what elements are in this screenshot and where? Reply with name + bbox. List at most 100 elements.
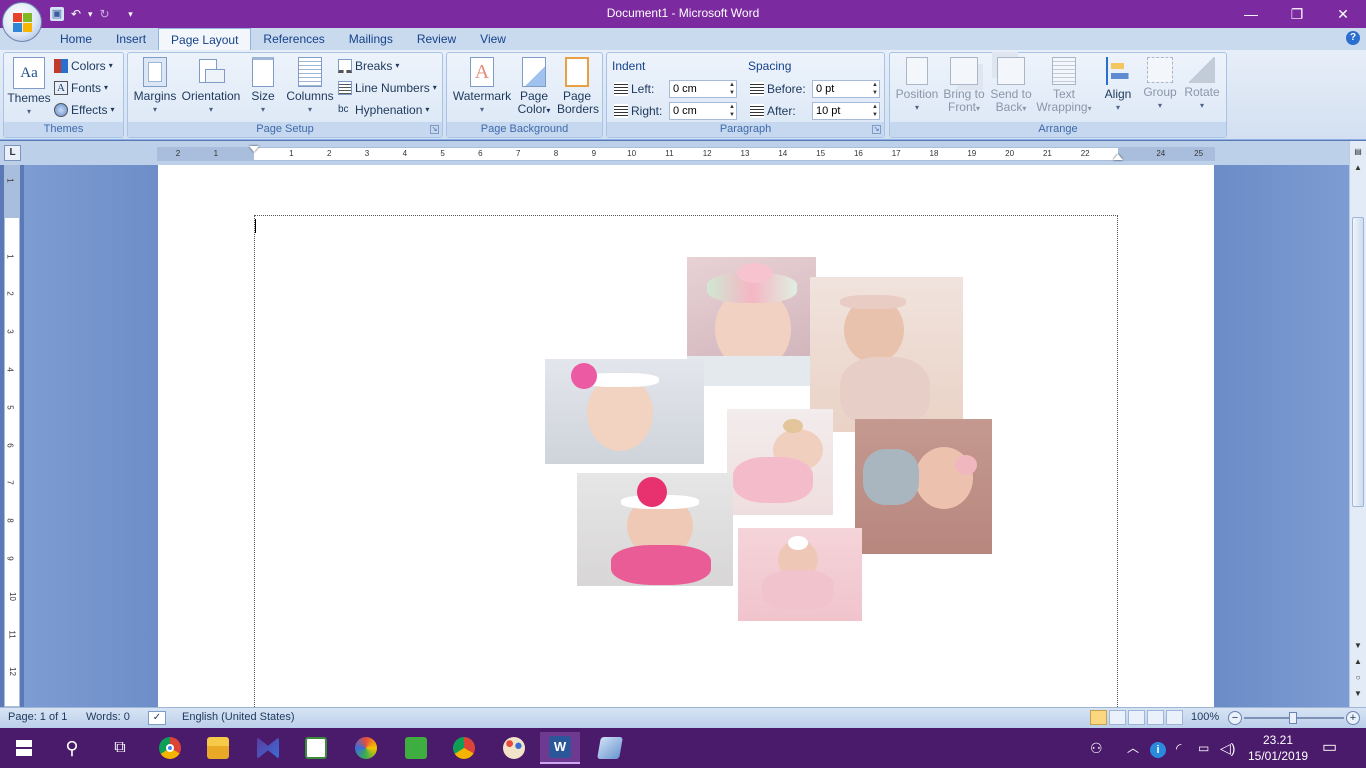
tab-review[interactable]: Review — [405, 28, 468, 50]
select-browse-object-icon[interactable]: ○ — [1350, 671, 1366, 685]
watermark-button[interactable]: A Watermark ▾ — [452, 57, 512, 116]
indent-right-field[interactable]: 0 cm ▲ ▼ — [669, 102, 737, 120]
align-button[interactable]: Align ▾ — [1098, 57, 1138, 114]
close-button[interactable]: ✕ — [1320, 0, 1366, 28]
spacing-after-field[interactable]: 10 pt ▲ ▼ — [812, 102, 880, 120]
tab-selector-button[interactable]: L — [4, 145, 21, 161]
help-icon[interactable]: ? — [1346, 31, 1360, 45]
next-page-icon[interactable]: ▼ — [1350, 687, 1366, 701]
language-indicator[interactable]: English (United States) — [182, 711, 295, 723]
ruler-tick-label: 1 — [5, 178, 15, 183]
scroll-up-icon[interactable]: ▲ — [1350, 161, 1366, 175]
vertical-ruler[interactable]: 1 1 2 3 4 5 6 7 8 9 10 11 12 — [4, 165, 20, 707]
zoom-slider-thumb[interactable] — [1289, 712, 1297, 724]
battery-icon[interactable]: ▭ — [1198, 728, 1209, 768]
chrome-profile-app-icon[interactable] — [444, 732, 484, 764]
notifications-icon[interactable]: ▭ — [1322, 728, 1337, 768]
scroll-thumb[interactable] — [1352, 217, 1364, 507]
bring-to-front-button[interactable]: Bring to Front▾ — [940, 57, 988, 115]
office-button[interactable] — [2, 2, 42, 42]
zoom-level[interactable]: 100% — [1191, 711, 1219, 723]
page-setup-launcher-icon[interactable]: ↘ — [430, 125, 439, 134]
page-color-button[interactable]: Page Color▾ — [515, 57, 553, 117]
previous-page-icon[interactable]: ▲ — [1350, 655, 1366, 669]
task-view-icon[interactable]: ⧉ — [100, 732, 140, 764]
clock[interactable]: 23.21 15/01/2019 — [1248, 732, 1308, 764]
tab-view[interactable]: View — [468, 28, 518, 50]
paint-palette-app-icon[interactable] — [494, 732, 534, 764]
scroll-down-icon[interactable]: ▼ — [1350, 639, 1366, 653]
page-color-icon — [522, 57, 546, 87]
outline-view-icon[interactable] — [1147, 710, 1164, 725]
video-editor-app-icon[interactable] — [248, 732, 288, 764]
baby-photo-3[interactable] — [545, 359, 704, 464]
search-icon[interactable]: ⚲ — [52, 732, 92, 764]
text-wrapping-button[interactable]: Text Wrapping▾ — [1036, 57, 1092, 115]
info-icon[interactable]: i — [1150, 728, 1166, 768]
word-app-icon[interactable]: W — [540, 732, 580, 764]
document-page[interactable] — [158, 165, 1214, 707]
web-layout-view-icon[interactable] — [1128, 710, 1145, 725]
taskbar: ⚲ ⧉ W ⚇ ︿ i ◜ ▭ ◁) 23.21 15/01/2019 ▭ — [0, 728, 1366, 768]
volume-icon[interactable]: ◁) — [1220, 728, 1235, 768]
indent-right-icon — [614, 104, 628, 118]
paint-app-icon[interactable] — [346, 732, 386, 764]
columns-button[interactable]: Columns ▾ — [285, 57, 335, 116]
page-borders-button[interactable]: Page Borders — [557, 57, 599, 116]
chrome-app-icon[interactable] — [150, 732, 190, 764]
send-to-back-button[interactable]: Send to Back▾ — [987, 57, 1035, 115]
line-numbers-button[interactable]: Line Numbers ▾ — [338, 78, 437, 98]
zoom-out-icon[interactable]: − — [1228, 711, 1242, 725]
baby-photo-6[interactable] — [577, 473, 733, 586]
size-button[interactable]: Size ▾ — [248, 57, 278, 116]
tab-page-layout[interactable]: Page Layout — [158, 28, 252, 50]
baby-photo-5[interactable] — [855, 419, 992, 554]
ruler-toggle-icon[interactable]: ▤ — [1350, 145, 1366, 159]
book-app-icon[interactable] — [590, 732, 630, 764]
right-indent-marker-icon[interactable] — [1113, 154, 1123, 160]
hyphenation-button[interactable]: bc Hyphenation ▾ — [338, 100, 429, 120]
wifi-icon[interactable]: ◜ — [1176, 728, 1181, 768]
ruler-tick-label: 1 — [213, 149, 219, 158]
colors-button[interactable]: Colors ▾ — [54, 56, 113, 76]
baby-photo-4[interactable] — [727, 409, 833, 515]
themes-button[interactable]: Aa Themes ▾ — [7, 57, 51, 118]
baby-photo-1[interactable] — [687, 257, 816, 386]
tab-references[interactable]: References — [251, 28, 336, 50]
people-icon[interactable]: ⚇ — [1090, 728, 1103, 768]
vertical-scrollbar[interactable]: ▤ ▲ ▼ ▲ ○ ▼ — [1349, 141, 1366, 707]
tab-home[interactable]: Home — [48, 28, 104, 50]
spacing-before-field[interactable]: 0 pt ▲ ▼ — [812, 80, 880, 98]
restore-button[interactable]: ❐ — [1274, 0, 1320, 28]
tab-mailings[interactable]: Mailings — [337, 28, 405, 50]
first-line-indent-marker-icon[interactable] — [249, 146, 259, 152]
baby-photo-7[interactable] — [738, 528, 862, 621]
breaks-button[interactable]: Breaks ▾ — [338, 56, 399, 76]
tab-insert[interactable]: Insert — [104, 28, 158, 50]
full-screen-reading-view-icon[interactable] — [1109, 710, 1126, 725]
group-button[interactable]: Group ▾ — [1140, 57, 1180, 112]
minimize-button[interactable]: — — [1228, 0, 1274, 28]
position-button[interactable]: Position ▾ — [893, 57, 941, 114]
orientation-button[interactable]: Orientation ▾ — [180, 57, 242, 116]
indent-left-field[interactable]: 0 cm ▲ ▼ — [669, 80, 737, 98]
paragraph-launcher-icon[interactable]: ↘ — [872, 125, 881, 134]
spreadsheet-app-icon[interactable] — [296, 732, 336, 764]
fonts-button[interactable]: A Fonts ▾ — [54, 78, 108, 98]
ruler-tick-label: 19 — [967, 149, 977, 158]
start-windows-icon[interactable] — [4, 732, 44, 764]
zoom-in-icon[interactable]: + — [1346, 711, 1360, 725]
horizontal-ruler[interactable]: 2 1 1 2 3 4 5 6 7 8 9 10 11 12 13 14 15 16 17 18 19 20 21 22 24 2… — [157, 146, 1215, 161]
proofing-icon[interactable]: ✓ — [148, 711, 166, 725]
effects-button[interactable]: Effects ▾ — [54, 100, 114, 120]
show-hidden-icons-icon[interactable]: ︿ — [1127, 728, 1139, 768]
word-count[interactable]: Words: 0 — [86, 711, 130, 723]
page-count[interactable]: Page: 1 of 1 — [8, 711, 67, 723]
draft-view-icon[interactable] — [1166, 710, 1183, 725]
rotate-button[interactable]: Rotate ▾ — [1182, 57, 1222, 112]
document-area[interactable] — [24, 165, 1349, 707]
green-app-icon[interactable] — [396, 732, 436, 764]
print-layout-view-icon[interactable] — [1090, 710, 1107, 725]
margins-button[interactable]: Margins ▾ — [132, 57, 178, 116]
file-explorer-icon[interactable] — [198, 732, 238, 764]
